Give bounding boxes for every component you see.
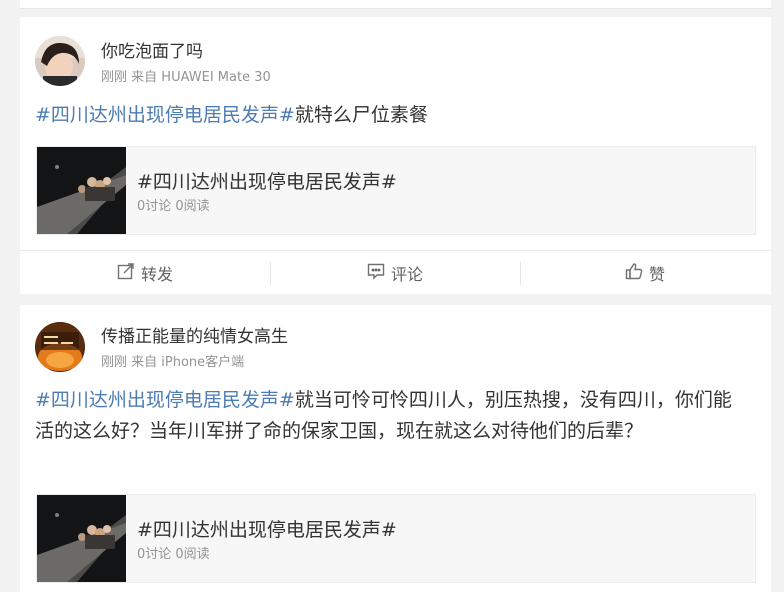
topic-title[interactable]: #四川达州出现停电居民发声# [137,167,397,194]
topic-stats: 0讨论 0阅读 [137,547,210,562]
comment-icon [367,262,391,284]
post-time: 刚刚 [101,70,128,85]
post-text: #四川达州出现停电居民发声#就特么尸位素餐 [35,100,750,131]
username[interactable]: 传播正能量的纯情女高生 [101,322,288,347]
comment-button[interactable]: 评论 [270,251,520,295]
topic-card[interactable]: #四川达州出现停电居民发声# 0讨论 0阅读 [36,146,756,235]
post-time: 刚刚 [101,355,128,370]
topic-card[interactable]: #四川达州出现停电居民发声# 0讨论 0阅读 [36,494,756,583]
topic-thumbnail [37,495,126,582]
previous-post-bottom [20,0,771,9]
avatar[interactable] [35,322,85,372]
post-text: #四川达州出现停电居民发声#就当可怜可怜四川人，别压热搜，没有四川，你们能活的这… [35,385,750,447]
hashtag-link[interactable]: #四川达州出现停电居民发声# [35,389,295,411]
repost-button[interactable]: 转发 [20,251,270,295]
repost-icon [117,262,141,284]
action-bar: 转发 评论 赞 [20,250,771,294]
topic-stats: 0讨论 0阅读 [137,199,210,214]
repost-label: 转发 [140,265,173,284]
like-button[interactable]: 赞 [520,251,770,295]
username[interactable]: 你吃泡面了吗 [101,37,203,62]
thumbs-up-icon [625,262,649,284]
hashtag-link[interactable]: #四川达州出现停电居民发声# [35,104,295,126]
post-source: 来自 HUAWEI Mate 30 [131,70,271,85]
post-meta: 刚刚 来自 iPhone客户端 [101,351,244,370]
post-source: 来自 iPhone客户端 [131,355,245,370]
weibo-post: 传播正能量的纯情女高生 刚刚 来自 iPhone客户端 #四川达州出现停电居民发… [20,305,771,592]
weibo-post: 你吃泡面了吗 刚刚 来自 HUAWEI Mate 30 #四川达州出现停电居民发… [20,17,771,294]
post-text-content: 就特么尸位素餐 [294,104,428,126]
topic-title[interactable]: #四川达州出现停电居民发声# [137,515,397,542]
post-meta: 刚刚 来自 HUAWEI Mate 30 [101,66,271,85]
comment-label: 评论 [390,265,423,284]
avatar[interactable] [35,36,85,86]
topic-thumbnail [37,147,126,234]
like-label: 赞 [648,265,665,284]
